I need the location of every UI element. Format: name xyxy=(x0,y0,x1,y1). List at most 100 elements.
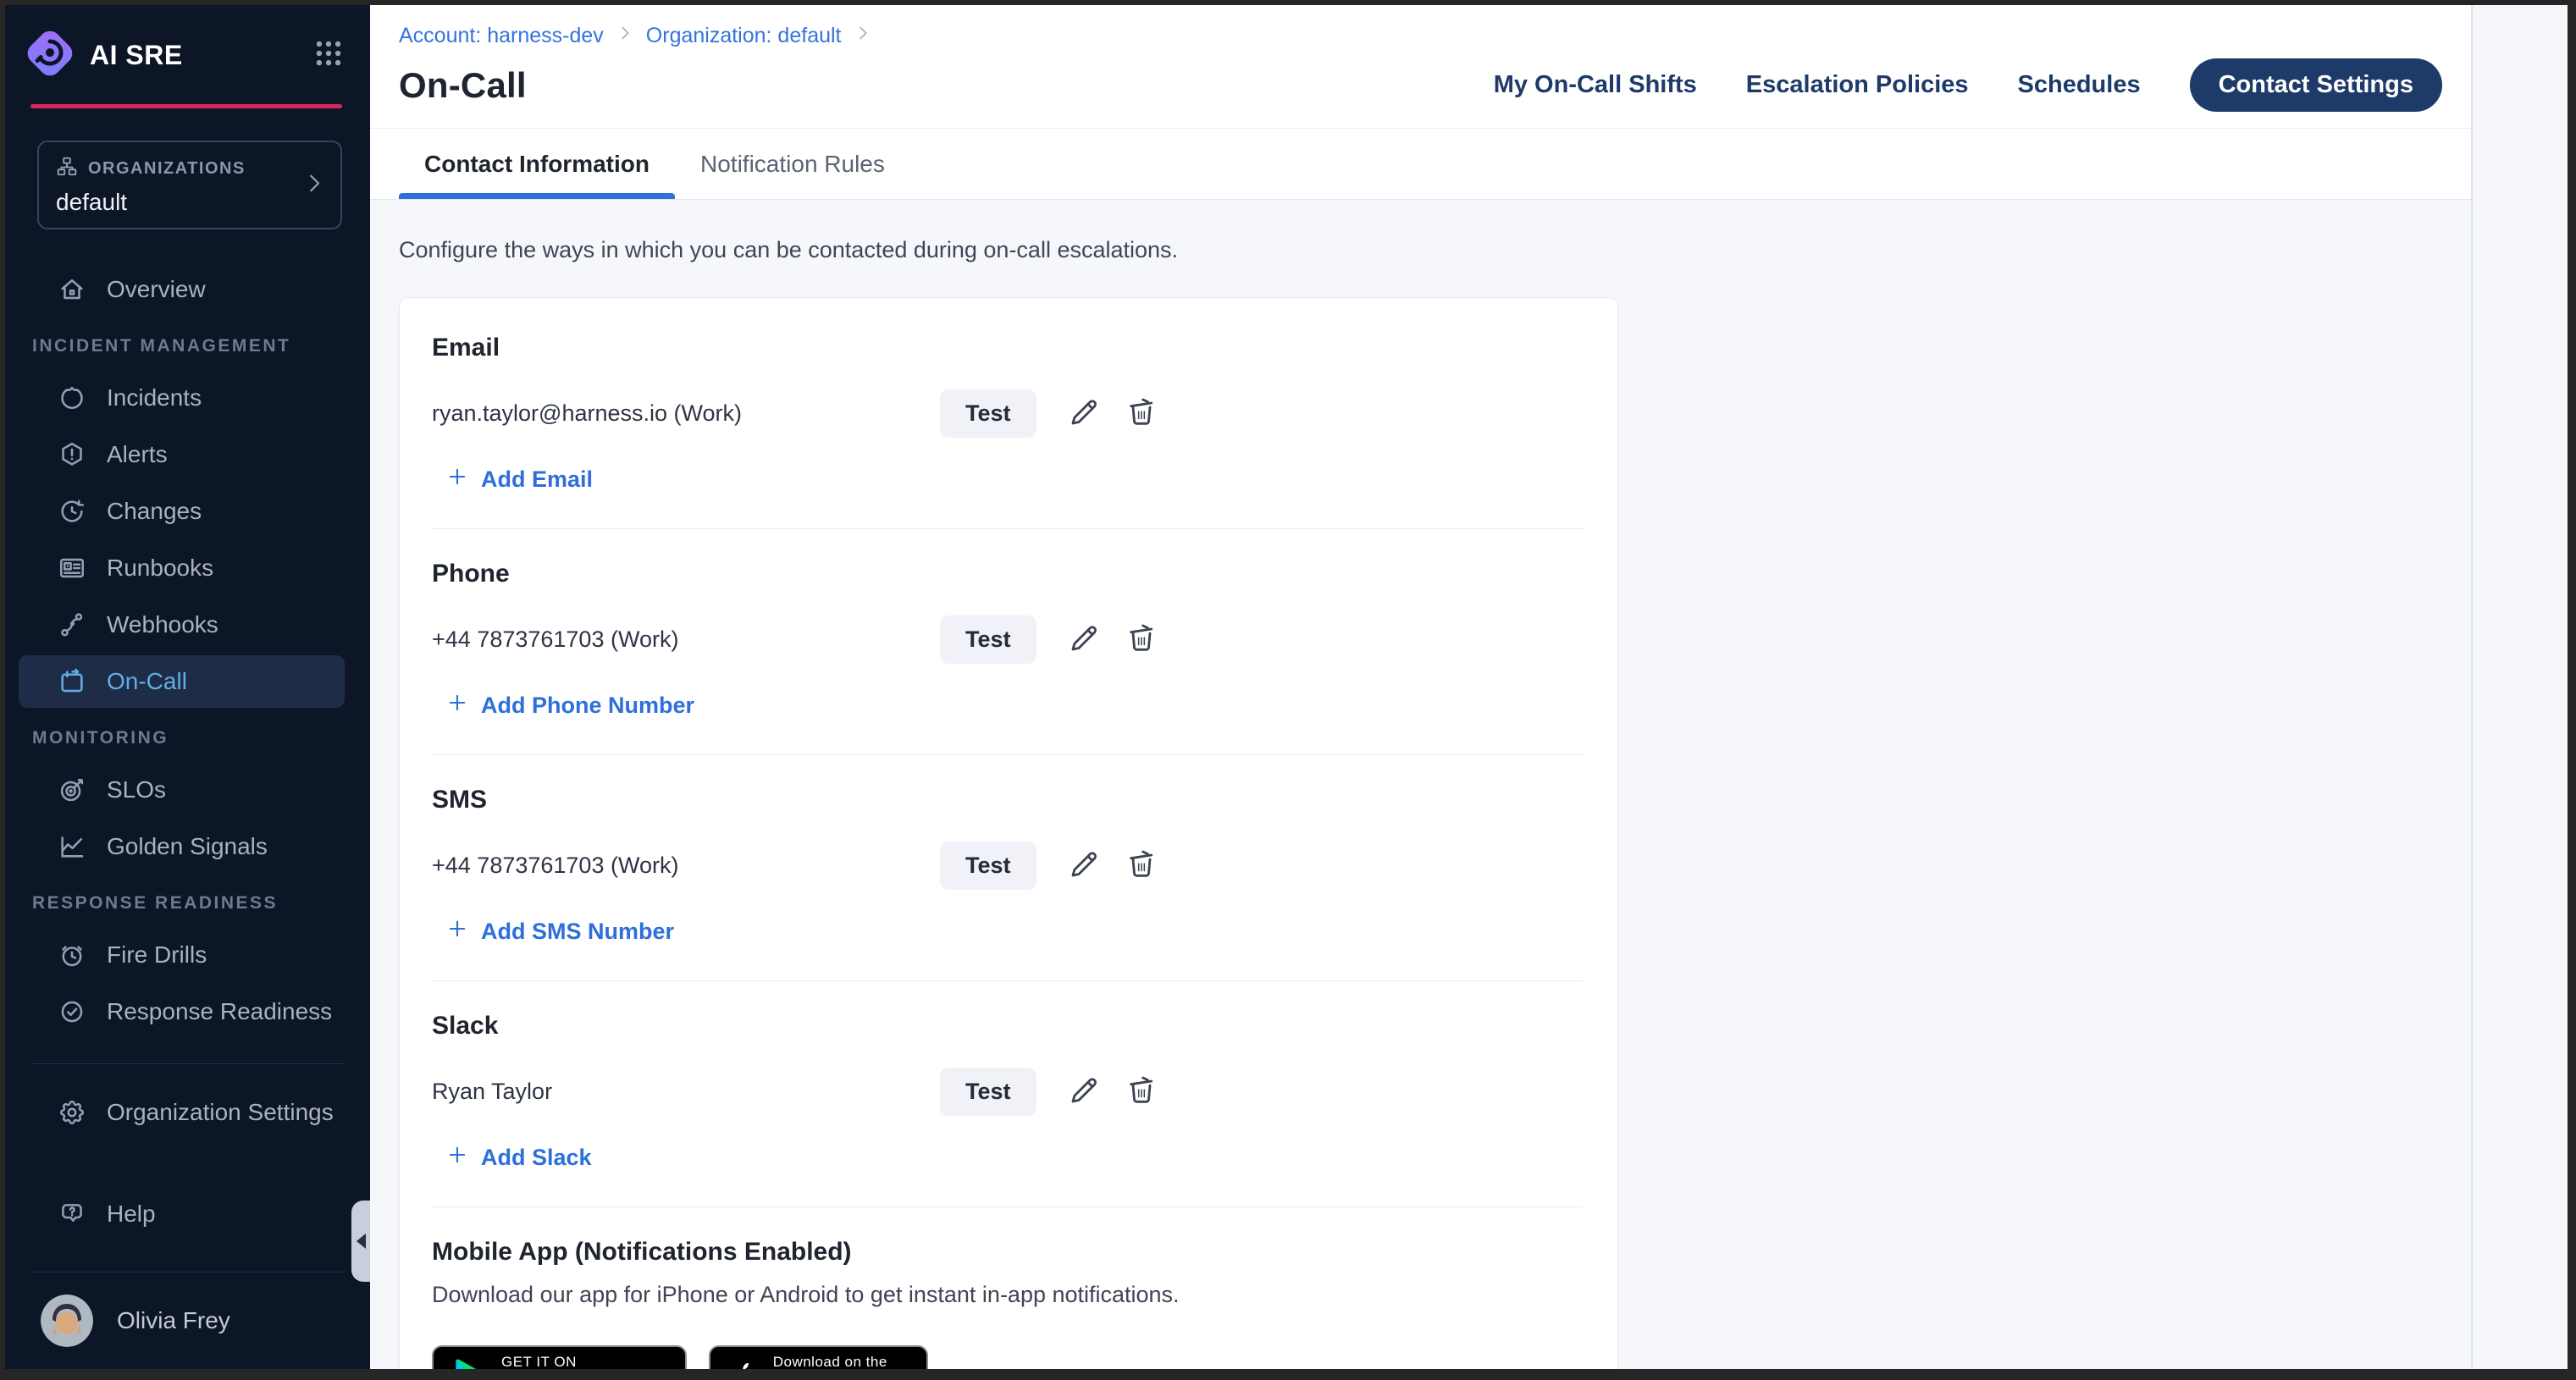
pencil-icon xyxy=(1067,847,1101,884)
sms-edit-button[interactable] xyxy=(1064,844,1104,887)
ai-sre-logo-icon xyxy=(24,27,76,84)
app-grid-icon[interactable] xyxy=(312,37,345,74)
sidebar-item-alerts[interactable]: Alerts xyxy=(19,428,345,481)
add-sms-link[interactable]: Add SMS Number xyxy=(445,917,674,947)
tab-contact-information[interactable]: Contact Information xyxy=(399,129,675,199)
add-email-label: Add Email xyxy=(481,466,593,493)
phone-section-heading: Phone xyxy=(432,560,1584,588)
sms-row: +44 7873761703 (Work) Test xyxy=(432,842,1584,890)
nav-link-my-on-call-shifts[interactable]: My On-Call Shifts xyxy=(1494,71,1697,99)
webhook-icon xyxy=(58,610,86,639)
organization-selector[interactable]: ORGANIZATIONS default xyxy=(37,141,342,229)
email-test-button[interactable]: Test xyxy=(940,389,1036,438)
sidebar-item-label: Help xyxy=(107,1201,156,1228)
slack-row: Ryan Taylor Test xyxy=(432,1068,1584,1116)
sidebar-item-organization-settings[interactable]: Organization Settings xyxy=(19,1086,345,1139)
slack-value: Ryan Taylor xyxy=(432,1079,940,1105)
collapse-left-icon xyxy=(357,1234,366,1249)
nav-link-escalation-policies[interactable]: Escalation Policies xyxy=(1746,71,1969,99)
page-description: Configure the ways in which you can be c… xyxy=(399,237,2471,263)
sidebar-item-golden-signals[interactable]: Golden Signals xyxy=(19,820,345,873)
sidebar-item-label: Fire Drills xyxy=(107,941,207,969)
avatar xyxy=(41,1294,93,1347)
add-email-link[interactable]: Add Email xyxy=(445,465,593,494)
sidebar-item-runbooks[interactable]: Runbooks xyxy=(19,542,345,594)
slack-test-button[interactable]: Test xyxy=(940,1068,1036,1116)
add-slack-link[interactable]: Add Slack xyxy=(445,1143,592,1173)
slack-delete-button[interactable] xyxy=(1121,1070,1162,1113)
sidebar-item-on-call[interactable]: On-Call xyxy=(19,655,345,708)
home-icon xyxy=(58,275,86,304)
sidebar-item-label: Alerts xyxy=(107,441,168,468)
add-slack-label: Add Slack xyxy=(481,1145,592,1171)
sidebar-item-label: Changes xyxy=(107,498,202,525)
nav-link-schedules[interactable]: Schedules xyxy=(2018,71,2141,99)
chevron-right-icon xyxy=(616,24,634,48)
phone-edit-button[interactable] xyxy=(1064,618,1104,661)
pencil-icon xyxy=(1067,395,1101,432)
sidebar-item-label: Runbooks xyxy=(107,555,213,582)
page-content: Configure the ways in which you can be c… xyxy=(370,200,2471,1369)
email-edit-button[interactable] xyxy=(1064,392,1104,435)
sidebar-item-changes[interactable]: Changes xyxy=(19,485,345,538)
sidebar-item-help[interactable]: Help xyxy=(19,1188,345,1240)
email-value: ryan.taylor@harness.io (Work) xyxy=(432,400,940,427)
sidebar-nav: Overview INCIDENT MANAGEMENT Incidents xyxy=(5,263,370,1245)
nav-section-monitoring: MONITORING xyxy=(5,728,370,748)
sidebar-item-incidents[interactable]: Incidents xyxy=(19,372,345,424)
phone-test-button[interactable]: Test xyxy=(940,615,1036,664)
pencil-icon xyxy=(1067,1074,1101,1110)
sidebar-divider xyxy=(30,1063,345,1064)
sidebar-footer: Olivia Frey xyxy=(5,1246,370,1369)
trash-icon xyxy=(1125,395,1158,432)
phone-delete-button[interactable] xyxy=(1121,618,1162,661)
email-section-heading: Email xyxy=(432,334,1584,362)
add-sms-label: Add SMS Number xyxy=(481,919,674,945)
sidebar-collapse-handle[interactable] xyxy=(351,1201,370,1282)
email-delete-button[interactable] xyxy=(1121,392,1162,435)
sms-value: +44 7873761703 (Work) xyxy=(432,853,940,879)
contact-settings-button[interactable]: Contact Settings xyxy=(2190,58,2442,112)
plus-icon xyxy=(445,917,469,947)
section-divider xyxy=(432,1206,1584,1207)
stopwatch-icon xyxy=(58,941,86,969)
sidebar-item-webhooks[interactable]: Webhooks xyxy=(19,599,345,651)
app-window: AI SRE xyxy=(0,0,2576,1380)
runbook-icon xyxy=(58,554,86,582)
sms-delete-button[interactable] xyxy=(1121,844,1162,887)
mobile-app-section-heading: Mobile App (Notifications Enabled) xyxy=(432,1238,1584,1267)
phone-row: +44 7873761703 (Work) Test xyxy=(432,615,1584,664)
page-title: On-Call xyxy=(399,65,527,106)
google-play-badge[interactable]: GET IT ON Google Play xyxy=(432,1345,687,1369)
slack-edit-button[interactable] xyxy=(1064,1070,1104,1113)
sidebar-item-slos[interactable]: SLOs xyxy=(19,764,345,816)
breadcrumb-account-link[interactable]: Account: harness-dev xyxy=(399,24,604,48)
history-clock-icon xyxy=(58,497,86,526)
main-area: Account: harness-dev Organization: defau… xyxy=(370,5,2568,1369)
sidebar-item-fire-drills[interactable]: Fire Drills xyxy=(19,929,345,981)
sidebar-item-response-readiness[interactable]: Response Readiness xyxy=(19,985,345,1038)
pencil-icon xyxy=(1067,621,1101,658)
check-circle-icon xyxy=(58,997,86,1026)
trash-icon xyxy=(1125,621,1158,658)
tab-bar: Contact Information Notification Rules xyxy=(370,129,2471,200)
nav-section-incident-management: INCIDENT MANAGEMENT xyxy=(5,336,370,356)
organizations-icon xyxy=(56,156,78,182)
apple-icon xyxy=(726,1359,761,1370)
gear-icon xyxy=(58,1098,86,1127)
section-divider xyxy=(432,754,1584,755)
sidebar-item-label: Golden Signals xyxy=(107,833,268,860)
org-selector-value: default xyxy=(56,189,323,216)
tab-notification-rules[interactable]: Notification Rules xyxy=(675,129,910,199)
email-row: ryan.taylor@harness.io (Work) Test xyxy=(432,389,1584,438)
sidebar-item-label: Overview xyxy=(107,276,206,303)
brand: AI SRE xyxy=(24,27,345,84)
add-phone-link[interactable]: Add Phone Number xyxy=(445,691,694,720)
page-header: Account: harness-dev Organization: defau… xyxy=(370,5,2471,129)
sms-test-button[interactable]: Test xyxy=(940,842,1036,890)
app-store-badge[interactable]: Download on the App Store xyxy=(709,1345,929,1369)
user-menu[interactable]: Olivia Frey xyxy=(5,1278,370,1369)
section-divider xyxy=(432,980,1584,981)
breadcrumb-organization-link[interactable]: Organization: default xyxy=(646,24,842,48)
sidebar-item-overview[interactable]: Overview xyxy=(19,263,345,316)
